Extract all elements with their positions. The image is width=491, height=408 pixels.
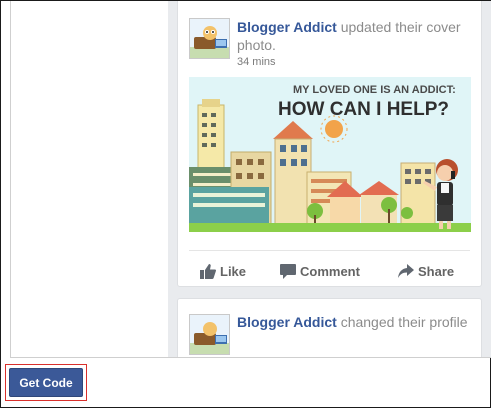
comment-label: Comment (300, 263, 360, 279)
thumbs-up-icon (200, 263, 216, 279)
post-card: Blogger Addict updated their cover photo… (177, 1, 482, 287)
comment-icon (280, 263, 296, 279)
widget-frame: Blogger Addict updated their cover photo… (0, 0, 491, 408)
author-link[interactable]: Blogger Addict (237, 314, 337, 330)
post-action-text: changed their profile (336, 314, 468, 330)
share-label: Share (418, 263, 455, 279)
like-label: Like (220, 263, 247, 279)
get-code-button[interactable]: Get Code (9, 368, 83, 397)
post-timestamp[interactable]: 34 mins (237, 56, 276, 68)
image-headline-top: MY LOVED ONE IS AN ADDICT: (293, 84, 456, 96)
share-arrow-icon (398, 263, 414, 278)
share-button[interactable]: Share (398, 262, 454, 280)
page-avatar[interactable] (189, 314, 230, 355)
post-header: Blogger Addict changed their profile (237, 313, 471, 331)
image-headline-main: HOW CAN I HELP? (278, 99, 449, 120)
actions-divider (189, 250, 470, 251)
comment-button[interactable]: Comment (280, 262, 360, 280)
post-card: Blogger Addict changed their profile (177, 298, 482, 357)
author-link[interactable]: Blogger Addict (237, 19, 337, 35)
get-code-highlight: Get Code (5, 364, 87, 401)
page-plugin-preview: Blogger Addict updated their cover photo… (10, 1, 491, 358)
post-header: Blogger Addict updated their cover photo… (237, 18, 471, 54)
cover-photo[interactable]: MY LOVED ONE IS AN ADDICT: HOW CAN I HEL… (189, 77, 471, 232)
like-button[interactable]: Like (200, 262, 246, 280)
page-avatar[interactable] (189, 18, 230, 59)
